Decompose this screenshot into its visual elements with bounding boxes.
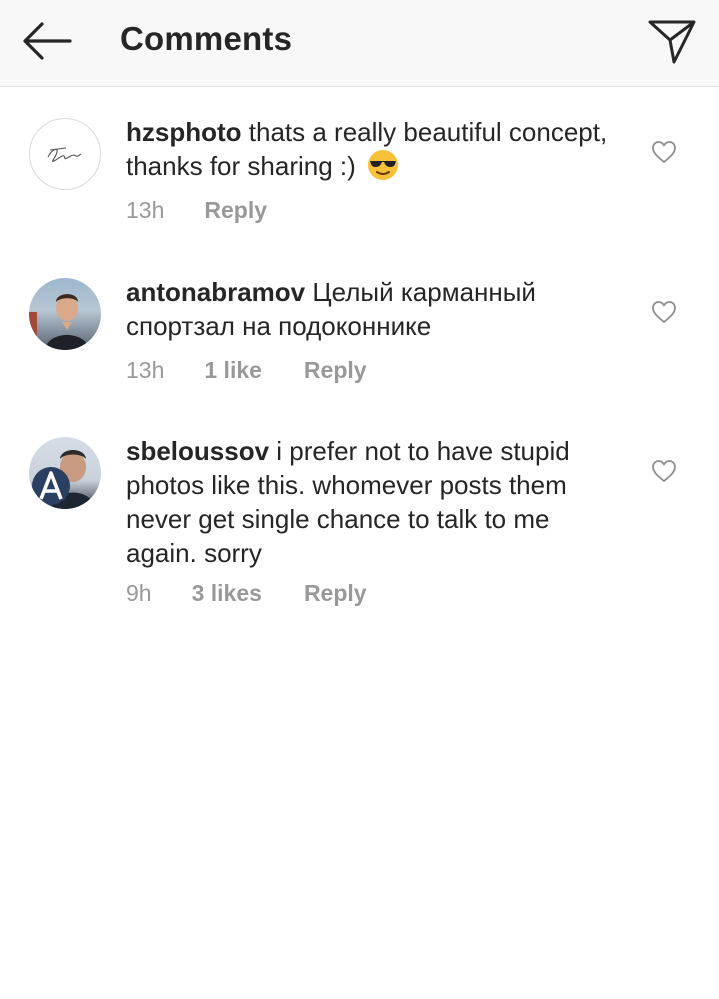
heart-icon[interactable] bbox=[651, 300, 677, 324]
comment-time: 13h bbox=[126, 197, 165, 223]
top-bar: Comments bbox=[0, 0, 719, 87]
avatar[interactable] bbox=[29, 278, 101, 350]
signature-logo bbox=[47, 147, 82, 162]
reply-button[interactable]: Reply bbox=[204, 195, 267, 225]
reply-button[interactable]: Reply bbox=[304, 355, 367, 385]
comment-username[interactable]: hzsphoto bbox=[126, 117, 242, 147]
avatar-photo bbox=[32, 450, 95, 509]
back-arrow-icon[interactable] bbox=[18, 18, 74, 64]
comment-meta: 9h 3 likes Reply bbox=[126, 578, 367, 608]
avatar[interactable] bbox=[29, 118, 101, 190]
comment-username[interactable]: antonabramov bbox=[126, 277, 305, 307]
reply-button[interactable]: Reply bbox=[304, 578, 367, 608]
comment-text: sbeloussov i prefer not to have stupid p… bbox=[126, 434, 626, 570]
comment-time: 9h bbox=[126, 580, 152, 606]
page-title: Comments bbox=[120, 20, 293, 57]
likes-count[interactable]: 3 likes bbox=[192, 578, 262, 608]
paper-plane-icon[interactable] bbox=[644, 14, 700, 68]
comment-meta: 13h Reply bbox=[126, 195, 267, 225]
heart-icon[interactable] bbox=[651, 459, 677, 483]
avatar-photo bbox=[29, 294, 89, 350]
comment-username[interactable]: sbeloussov bbox=[126, 436, 269, 466]
comment-text: antonabramov Целый карманный спортзал на… bbox=[126, 275, 626, 343]
likes-count[interactable]: 1 like bbox=[204, 355, 262, 385]
heart-icon[interactable] bbox=[651, 140, 677, 164]
comment-text: hzsphoto thats a really beautiful concep… bbox=[126, 115, 626, 183]
sunglasses-emoji-icon bbox=[368, 150, 399, 180]
comment-time: 13h bbox=[126, 357, 165, 383]
comment-meta: 13h 1 like Reply bbox=[126, 355, 367, 385]
avatar[interactable] bbox=[29, 437, 101, 509]
